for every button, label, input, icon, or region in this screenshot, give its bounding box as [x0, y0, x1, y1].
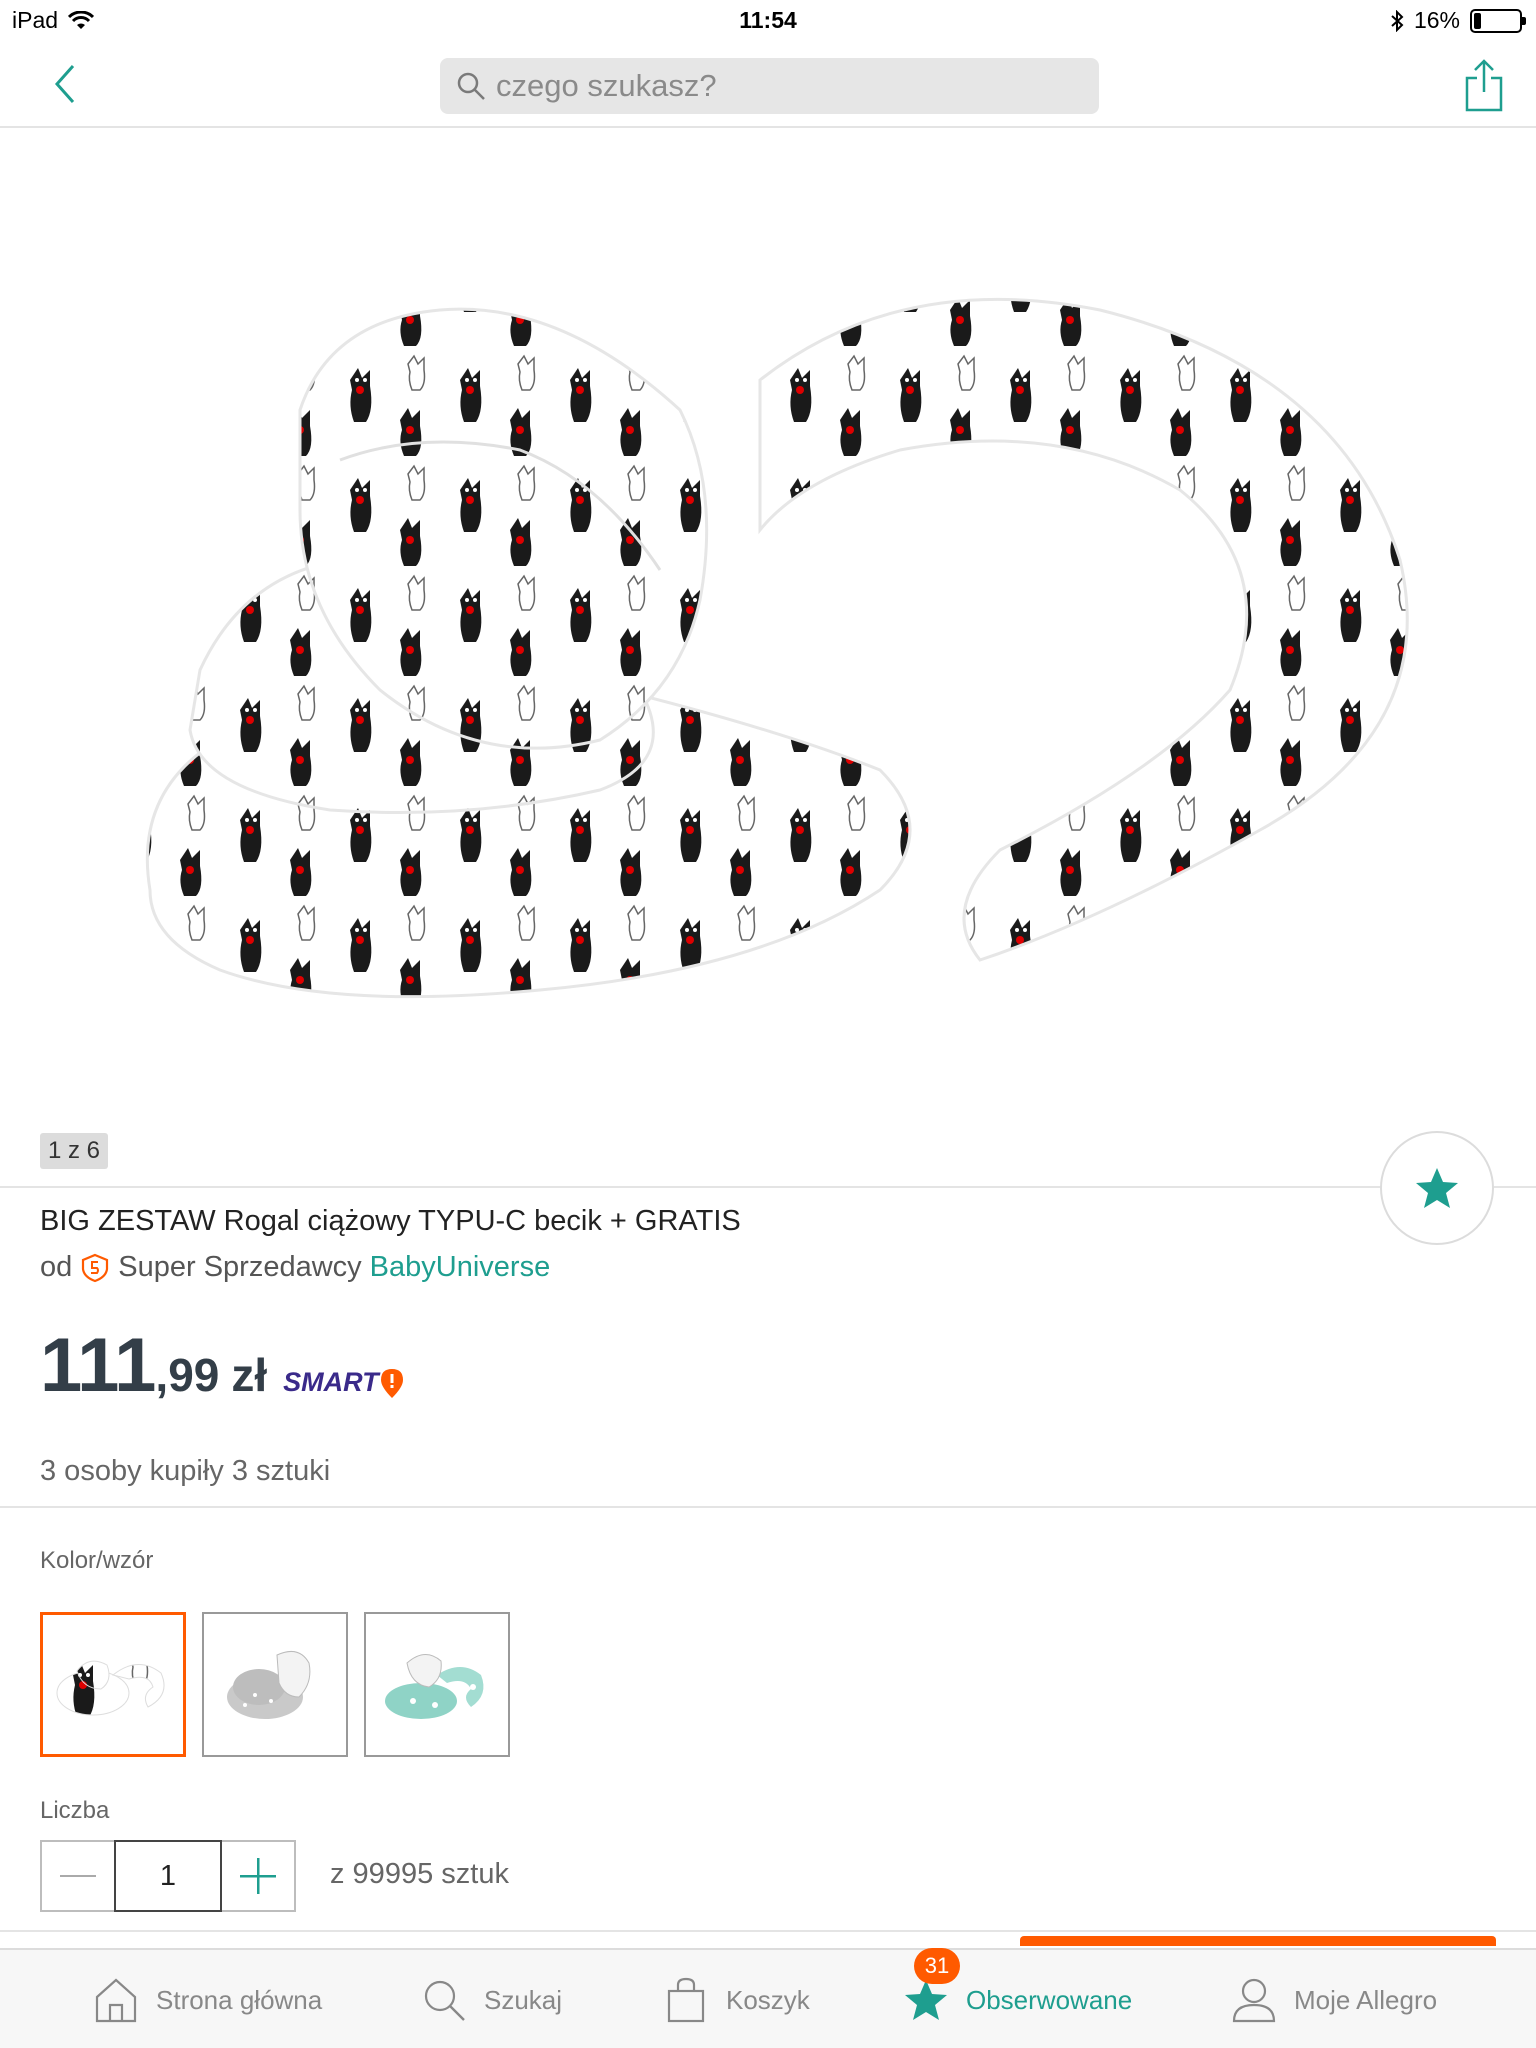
- plus-icon: [240, 1858, 276, 1894]
- product-image[interactable]: [0, 130, 1536, 1130]
- tab-watched[interactable]: 31 Obserwowane: [902, 1948, 1133, 2048]
- tab-bar: Strona główna Szukaj Koszyk 31 Obserwowa…: [0, 1948, 1536, 2048]
- variant-option-cats[interactable]: [40, 1612, 186, 1757]
- battery-icon: [1470, 8, 1526, 33]
- tab-label: Koszyk: [726, 1984, 810, 2015]
- super-seller-label: Super Sprzedawcy: [118, 1251, 362, 1283]
- smart-badge[interactable]: SMART: [283, 1367, 405, 1399]
- quantity-available: z 99995 sztuk: [330, 1858, 509, 1890]
- watched-count-badge: 31: [914, 1948, 960, 1984]
- minus-icon: [60, 1875, 96, 1877]
- watch-button[interactable]: [1380, 1131, 1494, 1245]
- seller-prefix: od: [40, 1251, 73, 1283]
- tab-label: Strona główna: [156, 1984, 323, 2015]
- tab-my-allegro[interactable]: Moje Allegro: [1230, 1950, 1437, 2048]
- star-icon: 31: [902, 1948, 960, 2024]
- seller-line: od Super Sprzedawcy BabyUniverse: [40, 1251, 550, 1284]
- price-decimal: ,99: [155, 1349, 220, 1401]
- search-icon: [457, 72, 485, 100]
- tab-label: Moje Allegro: [1294, 1984, 1438, 2015]
- pillow-photo: [145, 297, 1409, 999]
- variant-label: Kolor/wzór: [40, 1547, 154, 1574]
- variant-thumbnail: [385, 1653, 484, 1719]
- variant-option-grey[interactable]: [202, 1612, 348, 1757]
- variant-thumbnail: [227, 1650, 311, 1719]
- variant-thumbnail: [56, 1660, 165, 1715]
- quantity-label: Liczba: [40, 1797, 110, 1824]
- quantity-value[interactable]: 1: [114, 1840, 222, 1912]
- variant-option-mint[interactable]: [364, 1612, 510, 1757]
- back-button[interactable]: [40, 56, 90, 112]
- buy-button[interactable]: [1020, 1936, 1496, 1946]
- price-currency: zł: [231, 1349, 268, 1401]
- bag-icon: [662, 1976, 710, 2024]
- price-integer: 111: [40, 1323, 156, 1408]
- super-seller-badge-icon: [82, 1253, 109, 1282]
- tab-cart[interactable]: Koszyk: [662, 1950, 810, 2048]
- home-icon: [92, 1976, 140, 2024]
- search-input[interactable]: [496, 68, 1056, 104]
- quantity-stepper: 1: [40, 1840, 296, 1912]
- clock: 11:54: [739, 7, 797, 33]
- divider: [0, 1186, 1536, 1188]
- tab-label: Szukaj: [484, 1984, 563, 2015]
- decrement-button[interactable]: [42, 1842, 114, 1910]
- search-icon: [420, 1976, 468, 2024]
- battery-percent: 16%: [1413, 7, 1460, 33]
- tab-search[interactable]: Szukaj: [420, 1950, 562, 2048]
- chevron-left-icon: [54, 65, 75, 103]
- tab-home[interactable]: Strona główna: [92, 1950, 322, 2048]
- increment-button[interactable]: [222, 1842, 294, 1910]
- tab-label: Obserwowane: [966, 1984, 1133, 2015]
- divider: [0, 1506, 1536, 1508]
- price: 111 ,99 zł SMART: [40, 1322, 405, 1409]
- bluetooth-icon: [1391, 9, 1404, 32]
- bought-count: 3 osoby kupiły 3 sztuki: [40, 1455, 331, 1487]
- status-bar: iPad 11:54 16%: [0, 0, 1536, 40]
- seller-name-link[interactable]: BabyUniverse: [370, 1251, 551, 1284]
- user-icon: [1230, 1976, 1278, 2024]
- divider: [0, 1930, 1536, 1932]
- share-icon: [1465, 59, 1503, 112]
- search-bar[interactable]: [440, 58, 1099, 114]
- battery-fill: [1474, 12, 1481, 29]
- star-icon: [1416, 1168, 1458, 1208]
- smart-label: SMART: [283, 1367, 379, 1397]
- smart-marker-icon: [380, 1368, 403, 1398]
- share-button[interactable]: [1456, 54, 1512, 116]
- navigation-bar: [0, 40, 1536, 128]
- image-counter: 1 z 6: [40, 1133, 109, 1169]
- product-title: BIG ZESTAW Rogal ciążowy TYPU-C becik + …: [40, 1205, 741, 1237]
